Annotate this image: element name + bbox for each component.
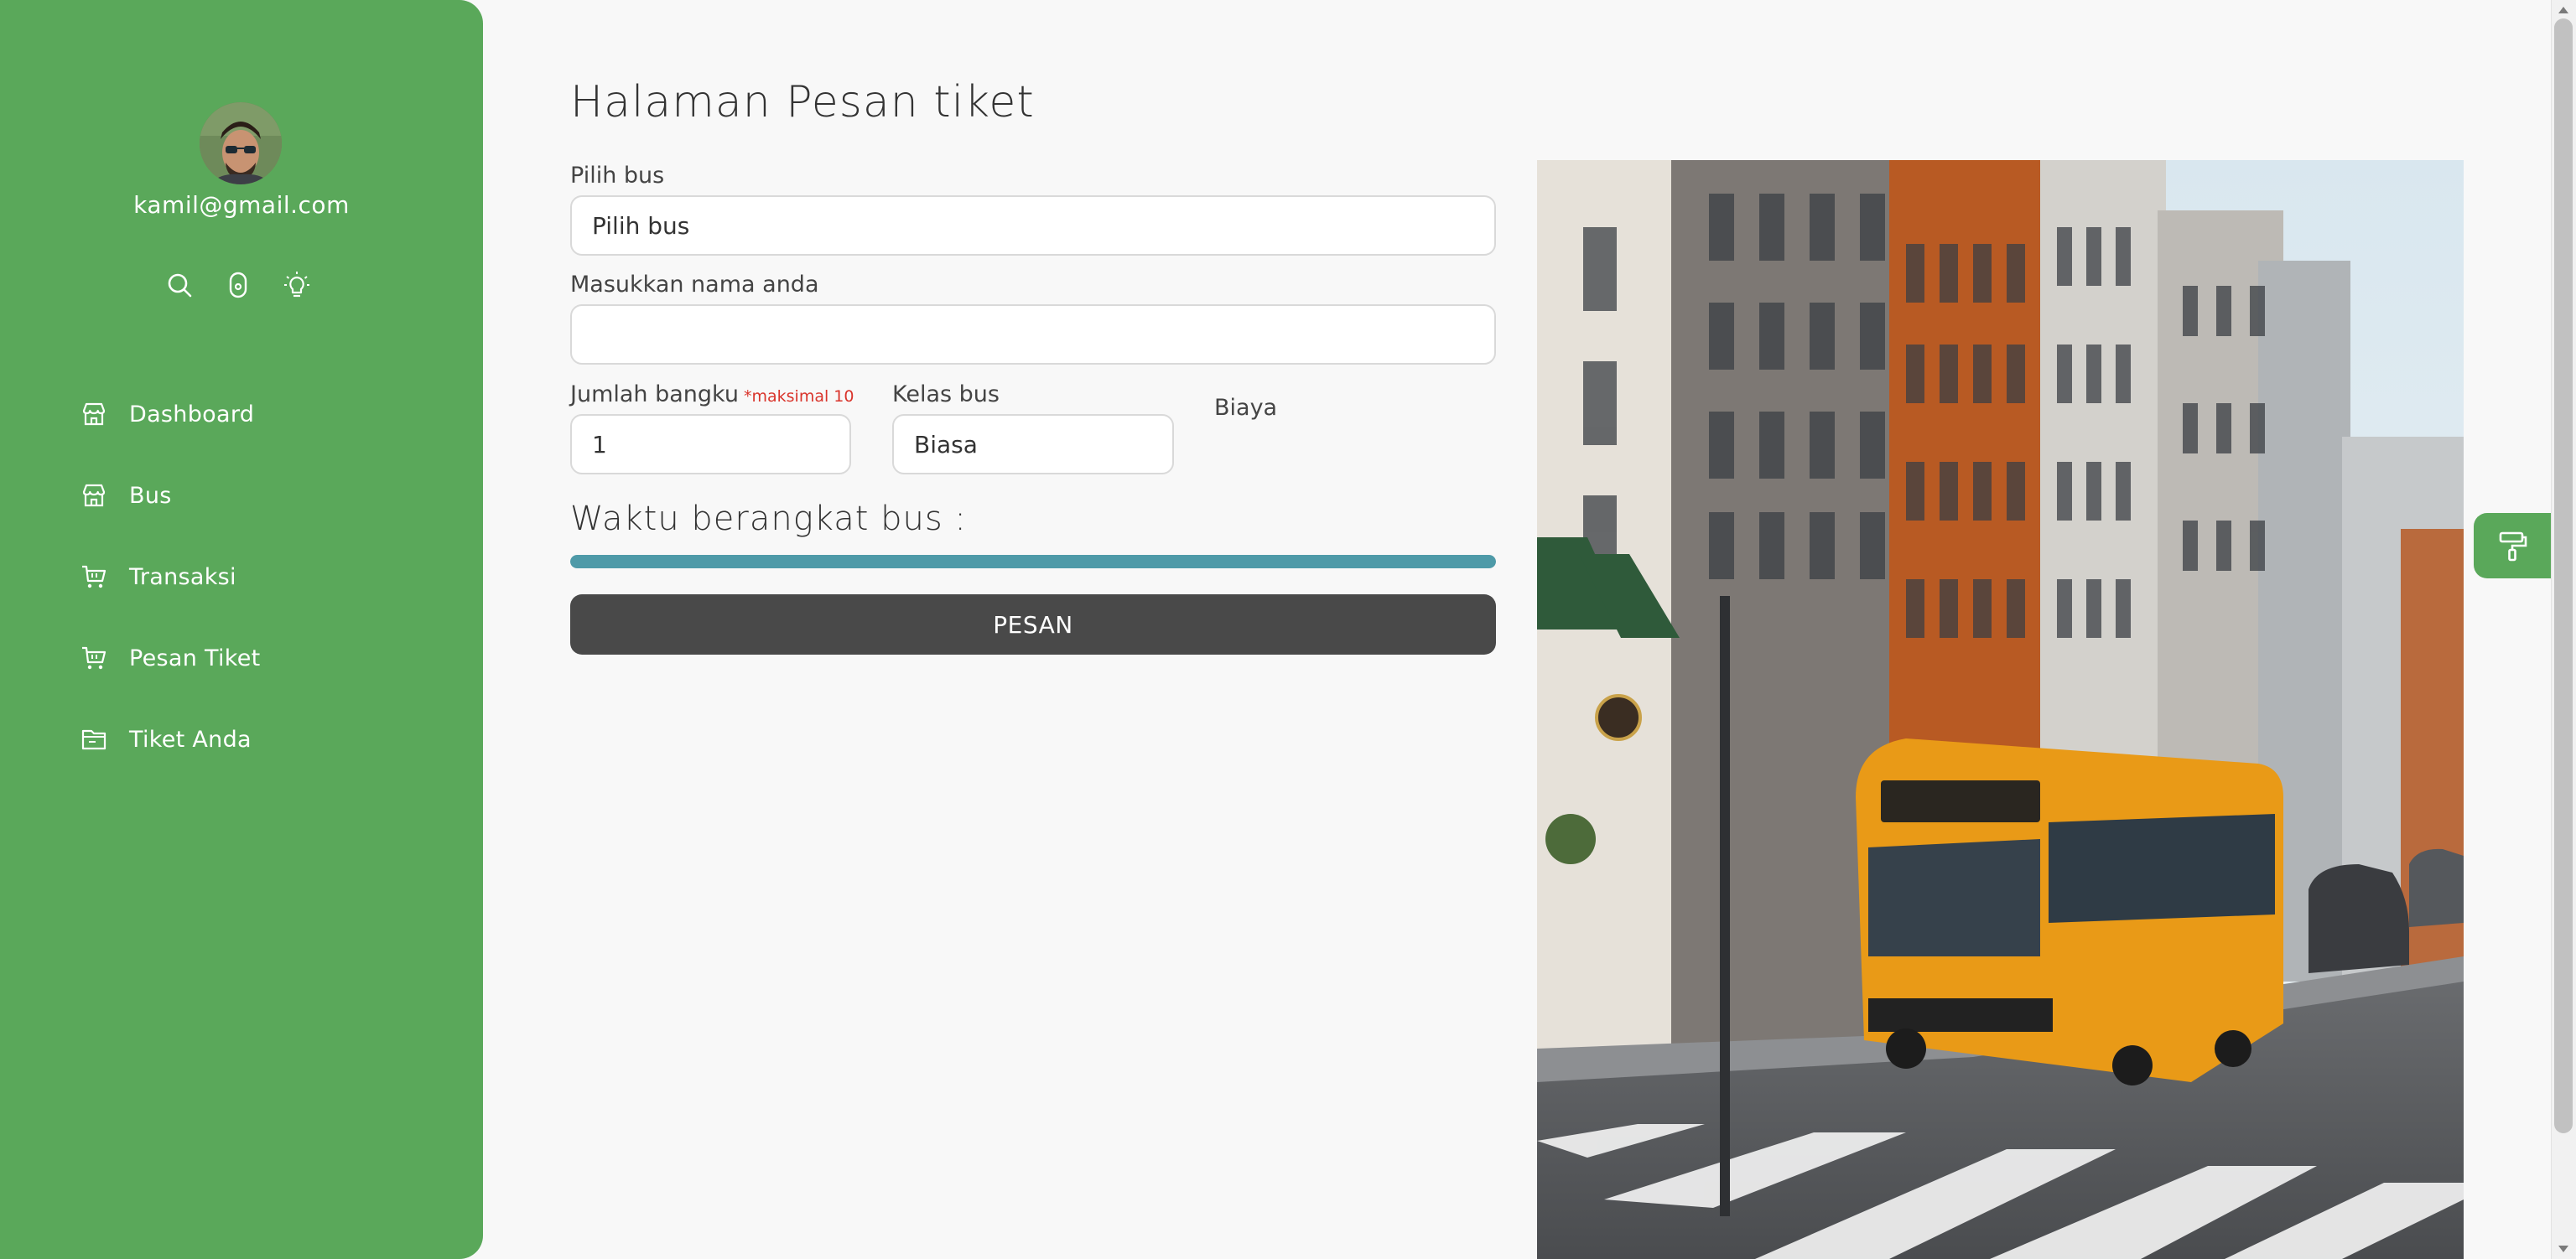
class-select-value: Biasa (914, 430, 978, 459)
sidebar-item-label: Dashboard (129, 401, 255, 427)
departure-title: Waktu berangkat bus : (570, 500, 967, 538)
name-input-label: Masukkan nama anda (570, 272, 819, 298)
bus-select-label: Pilih bus (570, 163, 665, 189)
bus-street-photo (1537, 160, 2464, 1259)
store-icon (79, 399, 109, 429)
user-icon (229, 272, 247, 298)
sidebar-item-label: Tiket Anda (129, 726, 252, 753)
sidebar-item-label: Bus (129, 482, 172, 509)
class-select-label: Kelas bus (892, 381, 1000, 407)
cost-label: Biaya (1214, 395, 1278, 421)
store-icon (79, 480, 109, 510)
sidebar-item-bus[interactable]: Bus (79, 474, 261, 517)
scroll-up-icon[interactable] (2558, 5, 2569, 15)
cart-icon (79, 643, 109, 673)
departure-progress-fill (570, 555, 1496, 568)
seats-max-note: *maksimal 10 (743, 387, 854, 406)
idea-button[interactable] (282, 268, 312, 302)
sidebar-item-label: Pesan Tiket (129, 645, 261, 671)
search-button[interactable] (164, 268, 195, 302)
folder-icon (79, 724, 109, 754)
seats-input-value: 1 (592, 430, 607, 459)
bus-select[interactable]: Pilih bus (570, 195, 1496, 256)
scroll-down-icon[interactable] (2558, 1244, 2569, 1254)
seats-label: Jumlah bangku *maksimal 10 (570, 381, 854, 407)
sidebar-item-label: Transaksi (129, 563, 236, 590)
paint-roller-icon (2499, 531, 2527, 562)
street-illustration (1537, 160, 2464, 1259)
seats-input[interactable]: 1 (570, 414, 851, 474)
departure-progress-bar (570, 555, 1496, 568)
sidebar-item-dashboard[interactable]: Dashboard (79, 392, 261, 436)
sidebar-icon-row (164, 268, 312, 302)
seats-label-text: Jumlah bangku (570, 381, 739, 407)
search-icon (168, 273, 192, 298)
lightbulb-icon (284, 272, 309, 298)
name-input[interactable] (570, 304, 1496, 365)
sidebar-item-tiket-anda[interactable]: Tiket Anda (79, 718, 261, 761)
sidebar-item-transaksi[interactable]: Transaksi (79, 555, 261, 598)
sidebar-item-pesan-tiket[interactable]: Pesan Tiket (79, 636, 261, 680)
avatar-image (200, 102, 282, 184)
user-button[interactable] (223, 268, 253, 302)
avatar[interactable] (200, 102, 282, 184)
bus-select-value: Pilih bus (592, 211, 690, 240)
cart-icon (79, 562, 109, 592)
sidebar-nav: Dashboard Bus Transaksi Pesan Tiket Tike… (79, 392, 261, 799)
scrollbar-thumb[interactable] (2554, 18, 2573, 1133)
theme-settings-button[interactable] (2474, 513, 2551, 578)
class-select[interactable]: Biasa (892, 414, 1174, 474)
page-title: Halaman Pesan tiket (570, 77, 1035, 127)
user-email: kamil@gmail.com (133, 191, 350, 219)
pesan-button[interactable]: PESAN (570, 594, 1496, 655)
sidebar: kamil@gmail.com Dashboard Bus Transaksi … (0, 0, 483, 1259)
